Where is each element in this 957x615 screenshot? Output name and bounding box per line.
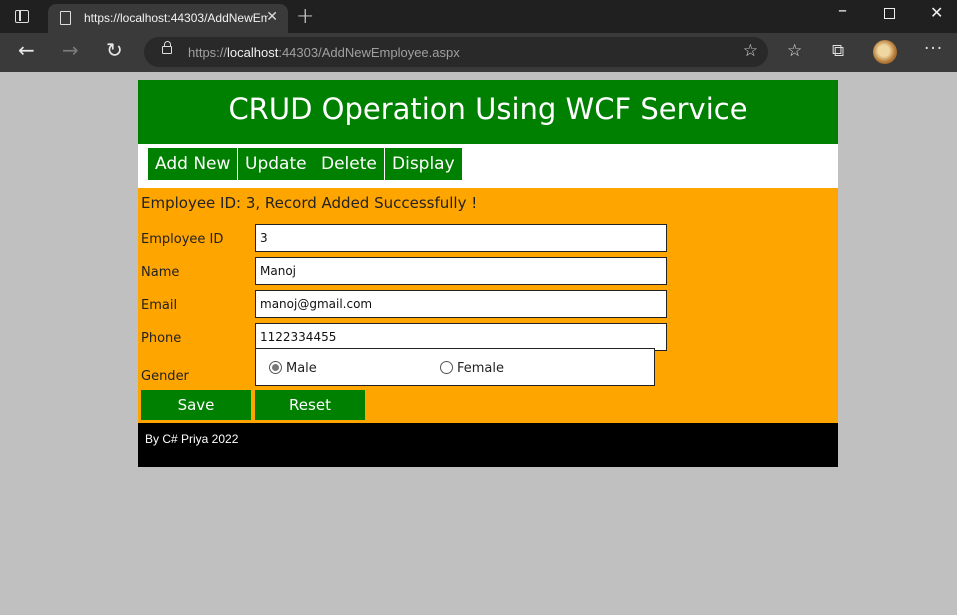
menu-display-button[interactable]: Display bbox=[385, 148, 462, 180]
menu-update-button[interactable]: Update bbox=[238, 148, 314, 180]
nav-bar: ← → ↻ https://localhost:44303/AddNewEmpl… bbox=[0, 33, 957, 72]
maximize-icon[interactable] bbox=[884, 8, 895, 19]
gender-male-label[interactable]: Male bbox=[286, 361, 317, 376]
lock-icon[interactable] bbox=[162, 41, 172, 54]
email-label: Email bbox=[141, 298, 178, 313]
tab-actions-icon[interactable] bbox=[12, 7, 32, 27]
phone-label: Phone bbox=[141, 331, 182, 346]
tab-bar: https://localhost:44303/AddNewEmployee.a… bbox=[0, 0, 957, 33]
favorites-icon[interactable]: ☆ bbox=[787, 41, 802, 61]
gender-female-label[interactable]: Female bbox=[457, 361, 504, 376]
new-tab-icon[interactable]: + bbox=[296, 4, 314, 29]
crud-panel: CRUD Operation Using WCF Service Add New… bbox=[138, 80, 838, 467]
employee-id-field[interactable]: 3 bbox=[255, 224, 667, 252]
page-header: CRUD Operation Using WCF Service bbox=[138, 80, 838, 144]
name-field[interactable]: Manoj bbox=[255, 257, 667, 285]
page-icon bbox=[60, 11, 71, 25]
reload-icon[interactable]: ↻ bbox=[106, 38, 123, 62]
back-icon[interactable]: ← bbox=[18, 38, 35, 62]
tab-close-icon[interactable]: ✕ bbox=[266, 9, 278, 25]
forward-icon[interactable]: → bbox=[62, 38, 79, 62]
status-message: Employee ID: 3, Record Added Successfull… bbox=[141, 194, 478, 212]
employee-form: Employee ID: 3, Record Added Successfull… bbox=[138, 188, 838, 423]
more-icon[interactable]: ··· bbox=[924, 39, 943, 59]
menu-add-new-button[interactable]: Add New bbox=[148, 148, 238, 180]
phone-field[interactable]: 1122334455 bbox=[255, 323, 667, 351]
save-button[interactable]: Save bbox=[141, 390, 251, 420]
minimize-icon[interactable]: – bbox=[838, 0, 847, 21]
add-favorite-icon[interactable]: ☆ bbox=[743, 41, 758, 61]
url-text[interactable]: https://localhost:44303/AddNewEmployee.a… bbox=[188, 45, 460, 60]
reset-button[interactable]: Reset bbox=[255, 390, 365, 420]
gender-label: Gender bbox=[141, 369, 189, 384]
browser-tab[interactable]: https://localhost:44303/AddNewEmployee.a… bbox=[48, 4, 288, 33]
tab-title: https://localhost:44303/AddNewEmployee.a… bbox=[84, 11, 268, 25]
address-bar[interactable]: https://localhost:44303/AddNewEmployee.a… bbox=[144, 37, 768, 67]
collections-icon[interactable]: ⧉ bbox=[832, 41, 844, 61]
gender-radio-group: Male Female bbox=[255, 348, 655, 386]
menu-bar: Add New Update Delete Display bbox=[138, 144, 838, 188]
name-label: Name bbox=[141, 265, 180, 280]
page-footer: By C# Priya 2022 bbox=[138, 423, 838, 467]
gender-female-radio[interactable] bbox=[440, 361, 453, 374]
email-field[interactable]: manoj@gmail.com bbox=[255, 290, 667, 318]
employee-id-label: Employee ID bbox=[141, 232, 224, 247]
close-window-icon[interactable]: ✕ bbox=[930, 3, 943, 22]
profile-avatar[interactable] bbox=[873, 40, 897, 64]
gender-male-radio[interactable] bbox=[269, 361, 282, 374]
menu-delete-button[interactable]: Delete bbox=[314, 148, 384, 180]
